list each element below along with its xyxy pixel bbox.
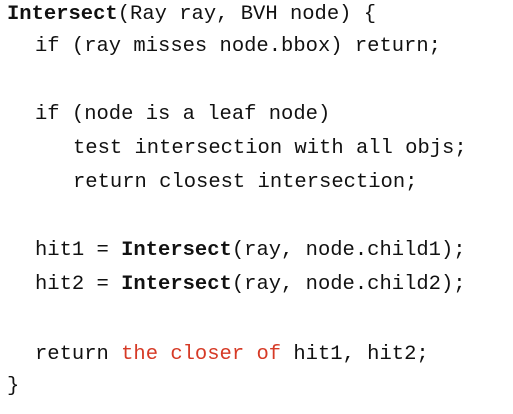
highlighted-phrase: the closer of <box>121 343 282 366</box>
code-text: if (ray misses node.bbox) return; <box>35 35 441 58</box>
code-text: return <box>35 343 122 366</box>
code-text: (ray, node.child1); <box>231 239 466 262</box>
code-text: return closest intersection; <box>73 171 418 194</box>
code-line-leaf-check: if (node is a leaf node) <box>35 100 330 130</box>
code-line-closing-brace: } <box>7 372 19 402</box>
code-text: test intersection with all objs; <box>73 137 467 160</box>
code-line-return-closest: return closest intersection; <box>73 168 417 198</box>
code-line-hit1: hit1 = Intersect(ray, node.child1); <box>35 236 466 266</box>
code-line-function-signature: Intersect(Ray ray, BVH node) { <box>7 0 376 30</box>
code-text: (ray, node.child2); <box>231 273 466 296</box>
code-line-hit2: hit2 = Intersect(ray, node.child2); <box>35 270 466 300</box>
code-text: hit1 = <box>35 239 122 262</box>
code-line-bbox-check: if (ray misses node.bbox) return; <box>35 32 441 62</box>
code-line-return-closer: return the closer of hit1, hit2; <box>35 340 429 370</box>
code-text: hit2 = <box>35 273 122 296</box>
function-name: Intersect <box>121 273 232 296</box>
code-block: Intersect(Ray ray, BVH node) { if (ray m… <box>7 0 513 414</box>
code-text: hit1, hit2; <box>281 343 429 366</box>
function-name: Intersect <box>121 239 232 262</box>
code-line-test-intersection: test intersection with all objs; <box>73 134 467 164</box>
function-name: Intersect <box>7 3 118 26</box>
closing-brace: } <box>7 375 20 398</box>
function-params: (Ray ray, BVH node) { <box>117 3 377 26</box>
code-text: if (node is a leaf node) <box>35 103 331 126</box>
